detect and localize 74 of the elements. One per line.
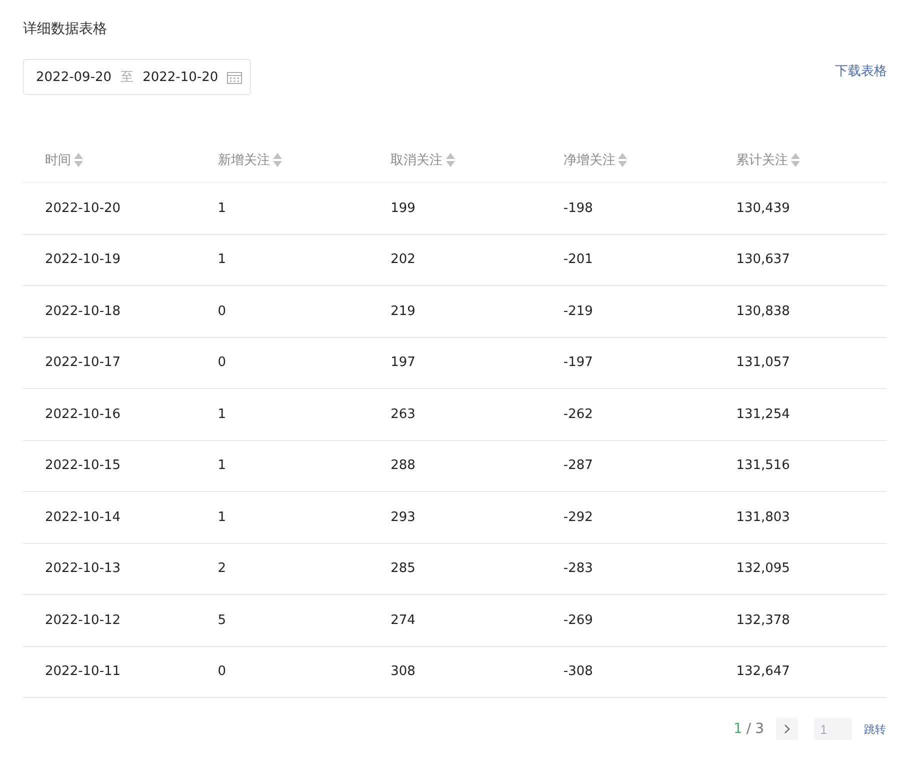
sort-icon[interactable] (618, 152, 628, 166)
table-cell: 2022-10-16 (45, 406, 121, 422)
table-cell: 1 (218, 510, 226, 525)
sort-icon[interactable] (272, 152, 282, 166)
table-cell: -269 (563, 612, 593, 628)
jump-link[interactable]: 跳转 (864, 722, 886, 736)
table-cell: -219 (563, 304, 593, 319)
table-cell: -201 (563, 252, 593, 268)
table-cell: 2022-10-14 (45, 510, 121, 525)
table-cell: 1 (218, 406, 226, 422)
table-cell: 131,254 (736, 406, 790, 422)
table-cell: 130,637 (736, 252, 790, 268)
table-cell: 0 (218, 355, 226, 370)
table-cell: 131,516 (736, 458, 790, 474)
table-cell: 288 (390, 458, 416, 474)
table-cell: 0 (218, 664, 226, 680)
table-cell: 130,439 (736, 200, 790, 216)
table-cell: 308 (390, 664, 416, 680)
date-range-field[interactable]: 2022-09-20 至 2022-10-20 (23, 59, 251, 95)
table-cell: -292 (563, 510, 593, 525)
table-cell: 2022-10-15 (45, 458, 121, 474)
table-cell: 2 (218, 561, 226, 576)
column-header: 时间 (45, 152, 71, 168)
table-cell: 132,095 (736, 561, 790, 576)
table-cell: 274 (390, 612, 416, 628)
table-cell: 1 (218, 458, 226, 474)
table-cell: 2022-10-18 (45, 304, 121, 319)
table-cell: 1 (218, 252, 226, 268)
page-separator: / (746, 721, 752, 737)
table-cell: 2022-10-11 (45, 664, 121, 680)
end-date: 2022-10-20 (142, 70, 218, 84)
next-page-button[interactable] (776, 718, 798, 740)
table-cell: -197 (563, 355, 593, 370)
column-header: 累计关注 (736, 152, 788, 168)
column-header: 净增关注 (563, 152, 616, 168)
calendar-icon (227, 70, 242, 84)
table-cell: 2022-10-17 (45, 355, 121, 370)
column-header: 取消关注 (390, 152, 443, 168)
table-cell: 219 (390, 304, 416, 319)
table-cell: 2022-10-20 (45, 200, 121, 216)
table-cell: 199 (390, 200, 416, 216)
current-page: 1 (733, 721, 742, 737)
column-header: 新增关注 (218, 152, 270, 168)
page-input[interactable]: 1 (814, 718, 852, 740)
download-table-link[interactable]: 下载表格 (835, 62, 887, 80)
start-date: 2022-09-20 (36, 70, 112, 84)
table-cell: 2022-10-19 (45, 252, 121, 268)
table-cell: -287 (563, 458, 593, 474)
sort-icon[interactable] (446, 152, 455, 166)
table-cell: -283 (563, 561, 593, 576)
table-cell: 132,647 (736, 664, 790, 680)
table-cell: 131,057 (736, 355, 790, 370)
table-cell: 132,378 (736, 612, 790, 628)
table-cell: 285 (390, 561, 416, 576)
table-cell: 0 (218, 304, 226, 319)
table-cell: 202 (390, 252, 416, 268)
sort-icon[interactable] (791, 152, 800, 166)
table-cell: 1 (218, 200, 226, 216)
table-cell: 2022-10-13 (45, 561, 121, 576)
table-cell: -262 (563, 406, 593, 422)
total-pages: 3 (755, 721, 764, 737)
table-cell: 131,803 (736, 510, 790, 525)
table-cell: 2022-10-12 (45, 612, 121, 628)
table-cell: 263 (390, 406, 416, 422)
range-separator: 至 (120, 69, 134, 86)
sort-icon[interactable] (74, 152, 83, 166)
table-cell: -198 (563, 200, 593, 216)
table-cell: -308 (563, 664, 593, 680)
table-cell: 197 (390, 355, 416, 370)
table-cell: 5 (218, 612, 226, 628)
chevron-right-icon (784, 724, 790, 734)
table-cell: 130,838 (736, 304, 790, 319)
section-title: 详细数据表格 (23, 20, 108, 39)
table-cell: 293 (390, 510, 416, 525)
